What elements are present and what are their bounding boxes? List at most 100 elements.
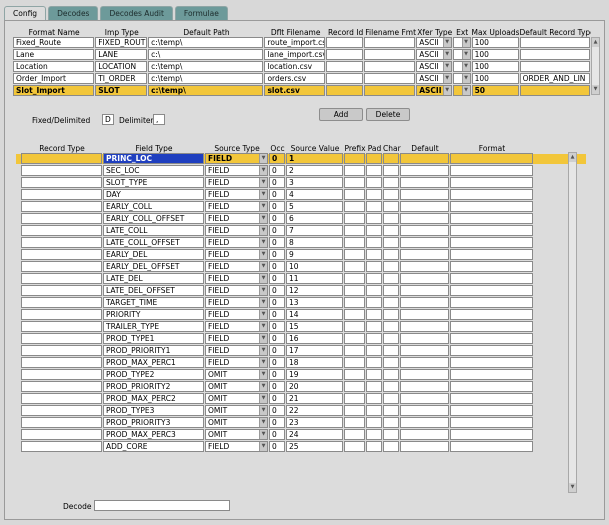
field-cell-char[interactable] — [383, 201, 399, 212]
field-cell-field-type[interactable]: PROD_TYPE1 — [103, 333, 204, 344]
field-cell-source-value[interactable]: 8 — [286, 237, 343, 248]
field-cell-prefix[interactable] — [344, 177, 365, 188]
field-cell-pad[interactable] — [366, 429, 382, 440]
field-cell-field-type[interactable]: EARLY_DEL — [103, 249, 204, 260]
field-cell-default[interactable] — [400, 345, 449, 356]
tab-formulae[interactable]: Formulae — [174, 6, 228, 21]
field-cell-occ[interactable]: 0 — [269, 285, 285, 296]
format-cell-default-record-type[interactable] — [519, 85, 590, 96]
field-cell-occ[interactable]: 0 — [269, 297, 285, 308]
field-cell-source-value[interactable]: 6 — [286, 213, 343, 224]
format-cell-path[interactable]: c:\temp\ — [148, 61, 264, 72]
dropdown-arrow-icon[interactable]: ▼ — [259, 166, 267, 175]
format-cell-record-id[interactable] — [326, 49, 364, 60]
format-cell-xfer[interactable]: ASCII ▼ — [416, 85, 452, 96]
field-cell-source-value[interactable]: 22 — [286, 405, 343, 416]
format-cell-xfer[interactable]: ASCII ▼ — [416, 73, 452, 84]
field-cell-pad[interactable] — [366, 393, 382, 404]
field-cell-default[interactable] — [400, 309, 449, 320]
field-cell-field-type[interactable]: PROD_PRIORITY3 — [103, 417, 204, 428]
field-cell-prefix[interactable] — [344, 417, 365, 428]
format-cell-max-uploads[interactable]: 50 — [471, 85, 519, 96]
dropdown-arrow-icon[interactable]: ▼ — [461, 74, 470, 83]
field-cell-source-value[interactable]: 19 — [286, 369, 343, 380]
field-cell-format[interactable] — [450, 285, 533, 296]
field-cell-occ[interactable]: 0 — [269, 429, 285, 440]
format-cell-max-uploads[interactable]: 100 — [471, 61, 519, 72]
field-cell-field-type[interactable]: SLOT_TYPE — [103, 177, 204, 188]
field-cell-format[interactable] — [450, 213, 533, 224]
field-cell-char[interactable] — [383, 177, 399, 188]
field-cell-field-type[interactable]: LATE_DEL_OFFSET — [103, 285, 204, 296]
format-row[interactable]: Slot_Import SLOT c:\temp\ slot.csv ASCII ▼ ▼ 50 — [13, 85, 591, 96]
field-cell-prefix[interactable] — [344, 429, 365, 440]
field-cell-occ[interactable]: 0 — [269, 357, 285, 368]
field-cell-prefix[interactable] — [344, 297, 365, 308]
field-cell-char[interactable] — [383, 153, 399, 164]
dropdown-arrow-icon[interactable]: ▼ — [259, 154, 267, 163]
field-cell-char[interactable] — [383, 237, 399, 248]
format-cell-xfer[interactable]: ASCII ▼ — [416, 37, 452, 48]
field-cell-prefix[interactable] — [344, 333, 365, 344]
field-cell-occ[interactable]: 0 — [269, 441, 285, 452]
field-cell-default[interactable] — [400, 297, 449, 308]
field-cell-default[interactable] — [400, 405, 449, 416]
dropdown-arrow-icon[interactable]: ▼ — [259, 190, 267, 199]
format-cell-filename[interactable]: slot.csv — [264, 85, 326, 96]
field-cell-source-type[interactable]: FIELD ▼ — [205, 165, 268, 176]
field-cell-format[interactable] — [450, 309, 533, 320]
format-cell-filename-fmt[interactable] — [364, 37, 416, 48]
field-cell-default[interactable] — [400, 273, 449, 284]
field-cell-char[interactable] — [383, 405, 399, 416]
field-cell-pad[interactable] — [366, 273, 382, 284]
field-cell-default[interactable] — [400, 261, 449, 272]
field-cell-occ[interactable]: 0 — [269, 369, 285, 380]
field-cell-pad[interactable] — [366, 237, 382, 248]
field-cell-occ[interactable]: 0 — [269, 345, 285, 356]
field-cell-occ[interactable]: 0 — [269, 309, 285, 320]
field-cell-field-type[interactable]: PROD_MAX_PERC3 — [103, 429, 204, 440]
field-cell-field-type[interactable]: TARGET_TIME — [103, 297, 204, 308]
field-cell-source-type[interactable]: FIELD ▼ — [205, 249, 268, 260]
dropdown-arrow-icon[interactable]: ▼ — [461, 50, 470, 59]
field-cell-prefix[interactable] — [344, 441, 365, 452]
field-cell-source-type[interactable]: FIELD ▼ — [205, 345, 268, 356]
field-cell-source-type[interactable]: FIELD ▼ — [205, 273, 268, 284]
field-cell-prefix[interactable] — [344, 309, 365, 320]
scroll-up-icon[interactable]: ▲ — [569, 153, 576, 162]
field-cell-occ[interactable]: 0 — [269, 165, 285, 176]
field-cell-prefix[interactable] — [344, 321, 365, 332]
field-cell-source-type[interactable]: OMIT ▼ — [205, 381, 268, 392]
field-cell-record-type[interactable] — [21, 441, 102, 452]
field-cell-pad[interactable] — [366, 309, 382, 320]
field-cell-field-type[interactable]: EARLY_COLL_OFFSET — [103, 213, 204, 224]
field-cell-default[interactable] — [400, 201, 449, 212]
field-cell-source-value[interactable]: 11 — [286, 273, 343, 284]
field-cell-record-type[interactable] — [21, 429, 102, 440]
field-cell-field-type[interactable]: EARLY_DEL_OFFSET — [103, 261, 204, 272]
field-cell-source-type[interactable]: FIELD ▼ — [205, 237, 268, 248]
field-cell-source-type[interactable]: OMIT ▼ — [205, 405, 268, 416]
field-cell-format[interactable] — [450, 249, 533, 260]
field-cell-field-type[interactable]: ADD_CORE — [103, 441, 204, 452]
field-cell-source-value[interactable]: 23 — [286, 417, 343, 428]
field-cell-default[interactable] — [400, 369, 449, 380]
field-cell-format[interactable] — [450, 357, 533, 368]
field-cell-format[interactable] — [450, 333, 533, 344]
format-cell-filename-fmt[interactable] — [364, 61, 416, 72]
field-cell-prefix[interactable] — [344, 369, 365, 380]
dropdown-arrow-icon[interactable]: ▼ — [461, 86, 470, 95]
field-cell-pad[interactable] — [366, 417, 382, 428]
field-cell-default[interactable] — [400, 225, 449, 236]
field-cell-format[interactable] — [450, 417, 533, 428]
format-row[interactable]: Fixed_Route FIXED_ROUT c:\temp\ route_impor… — [13, 37, 591, 48]
format-cell-filename-fmt[interactable] — [364, 49, 416, 60]
field-cell-pad[interactable] — [366, 225, 382, 236]
field-cell-source-type[interactable]: FIELD ▼ — [205, 213, 268, 224]
field-cell-source-type[interactable]: OMIT ▼ — [205, 417, 268, 428]
dropdown-arrow-icon[interactable]: ▼ — [442, 38, 451, 47]
format-cell-filename[interactable]: lane_import.csv — [264, 49, 326, 60]
field-row[interactable]: EARLY_DEL FIELD ▼ 0 9 — [21, 249, 578, 260]
dropdown-arrow-icon[interactable]: ▼ — [461, 38, 470, 47]
field-cell-source-value[interactable]: 4 — [286, 189, 343, 200]
